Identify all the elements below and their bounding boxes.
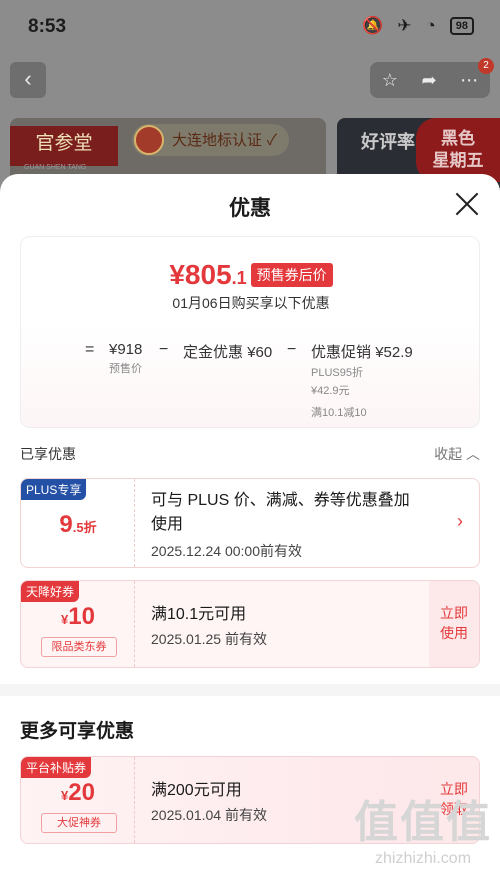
- black-friday-line2: 星期五: [432, 151, 484, 170]
- favorite-star-icon[interactable]: ☆: [382, 70, 398, 91]
- coupon-value-area: 天降好券 ¥10 限品类东券: [21, 581, 135, 667]
- coupon-tag: 天降好券: [21, 581, 80, 602]
- minus-sign-2: −: [287, 341, 297, 358]
- status-bar: 8:53 🔕 ✈ ◔ 98: [0, 0, 500, 56]
- deposit-label: 定金优惠: [183, 344, 244, 361]
- watermark-url: zhizhizhi.com: [374, 850, 472, 867]
- chevron-right-icon: ›: [457, 511, 463, 531]
- coupon-jd: 天降好券 ¥10 限品类东券 满10.1元可用 2025.01.25 前有效 立…: [20, 580, 480, 668]
- coupon-value-area: 平台补贴券 ¥20 大促神券: [21, 757, 135, 843]
- use-now-line2: 使用: [440, 625, 468, 641]
- coupon-value: ¥20: [21, 779, 135, 807]
- final-price-line: ¥805.1 预售券后价: [21, 259, 481, 291]
- mute-icon: 🔕: [362, 16, 384, 35]
- price-summary-card: ¥805.1 预售券后价 01月06日购买享以下优惠 = ¥918 预售价 − 定…: [20, 236, 480, 428]
- minus-sign-1: −: [159, 341, 169, 358]
- presale-price: ¥918 预售价: [109, 341, 142, 376]
- price-integer: 805: [184, 259, 232, 290]
- coupon-tag: 平台补贴券: [21, 757, 92, 778]
- price-breakdown: = ¥918 预售价 − 定金优惠 ¥60 − 优惠促销 ¥52.9 PLUS9…: [21, 341, 481, 421]
- coupon-description: 满200元可用: [151, 782, 242, 799]
- close-icon[interactable]: [454, 191, 480, 217]
- black-friday-line1: 黑色: [441, 129, 475, 148]
- enjoyed-section-label: 已享优惠: [20, 446, 76, 462]
- airplane-icon: ✈: [397, 16, 412, 35]
- promo-detail-amount: ¥42.9元: [311, 385, 350, 397]
- battery-icon: 98: [449, 17, 474, 35]
- collapse-button[interactable]: 收起 ︿: [434, 444, 480, 464]
- coupon-chip: 大促神券: [41, 813, 117, 833]
- coupon-tag: PLUS专享: [21, 479, 87, 500]
- coupon-expiry: 2025.01.25 前有效: [151, 631, 267, 647]
- rating-text: 好评率: [361, 132, 415, 152]
- deposit-discount: 定金优惠 ¥60: [183, 341, 272, 362]
- top-actions: ☆ ➦ ⋯ 2: [370, 58, 494, 98]
- watermark: 值值值 zhizhizhi.com: [354, 786, 492, 868]
- collapse-label: 收起: [434, 446, 463, 462]
- section-divider: [0, 684, 500, 696]
- use-now-line1: 立即: [440, 605, 468, 621]
- currency-symbol: ¥: [169, 259, 185, 290]
- deposit-value: ¥60: [247, 344, 273, 361]
- coupon-expiry: 2025.12.24 00:00前有效: [151, 543, 302, 559]
- watermark-logo: 值值值: [354, 798, 492, 847]
- equals-sign: =: [85, 341, 95, 358]
- coupon-value: 9.5折: [21, 511, 135, 539]
- sheet-title: 优惠: [229, 197, 271, 220]
- purchase-date-note: 01月06日购买享以下优惠: [172, 295, 330, 311]
- coupon-description: 可与 PLUS 价、满减、券等优惠叠加 使用: [151, 489, 410, 537]
- final-price: ¥805.1: [169, 259, 246, 290]
- coupon-description-line1: 可与 PLUS 价、满减、券等优惠叠加: [151, 492, 410, 509]
- coupon-chip: 限品类东券: [41, 637, 117, 657]
- black-friday-badge: 黑色 星期五: [416, 118, 500, 182]
- chevron-up-icon: ︿: [466, 446, 480, 462]
- share-icon[interactable]: ➦: [422, 70, 437, 91]
- promo-value: ¥52.9: [375, 344, 413, 361]
- promo-label: 优惠促销: [311, 344, 372, 361]
- promo-discount: 优惠促销 ¥52.9 PLUS95折 ¥42.9元 满10.1减10: [311, 341, 413, 420]
- price-decimal: .1: [231, 268, 247, 288]
- price-tag: 预售券后价: [250, 263, 333, 287]
- certification-badge: 大连地标认证 ✓: [132, 124, 290, 156]
- check-icon: ✓: [266, 131, 278, 149]
- more-offers-title: 更多可享优惠: [20, 721, 135, 742]
- coupon-description-line2: 使用: [151, 516, 184, 533]
- promo-detail-threshold: 满10.1减10: [311, 407, 367, 419]
- seal-icon: [134, 125, 164, 155]
- back-button[interactable]: ‹: [10, 62, 46, 98]
- coupon-plus[interactable]: PLUS专享 9.5折 可与 PLUS 价、满减、券等优惠叠加 使用 2025.…: [20, 478, 480, 568]
- use-now-button[interactable]: 立即 使用: [429, 581, 479, 667]
- promo-detail-plus: PLUS95折: [311, 367, 363, 379]
- brand-subtitle: GUAN SHEN TANG: [24, 164, 87, 171]
- more-icon[interactable]: ⋯: [460, 70, 478, 91]
- product-nav: ‹ ☆ ➦ ⋯ 2: [0, 58, 500, 98]
- coupon-value-big: 20: [68, 779, 95, 806]
- presale-value: ¥918: [109, 341, 143, 358]
- coupon-expiry: 2025.01.04 前有效: [151, 807, 267, 823]
- presale-label: 预售价: [109, 363, 142, 375]
- wifi-icon: ◔: [425, 16, 436, 35]
- certification-label: 大连地标认证: [172, 131, 263, 149]
- status-icons: 🔕 ✈ ◔ 98: [362, 16, 474, 36]
- coupon-value: ¥10: [21, 603, 135, 631]
- brand-logo: 官参堂: [10, 126, 118, 166]
- coupon-value-small: .5折: [72, 520, 97, 535]
- status-time: 8:53: [28, 16, 67, 37]
- chevron-left-icon: ‹: [24, 66, 32, 91]
- coupon-value-big: 10: [68, 603, 95, 630]
- coupon-value-area: PLUS专享 9.5折: [21, 479, 135, 567]
- coupon-value-big: 9: [59, 511, 73, 538]
- discount-sheet: 优惠 ¥805.1 预售券后价 01月06日购买享以下优惠 = ¥918 预售价 …: [0, 174, 500, 874]
- notification-badge: 2: [478, 58, 494, 74]
- coupon-description: 满10.1元可用: [151, 606, 247, 623]
